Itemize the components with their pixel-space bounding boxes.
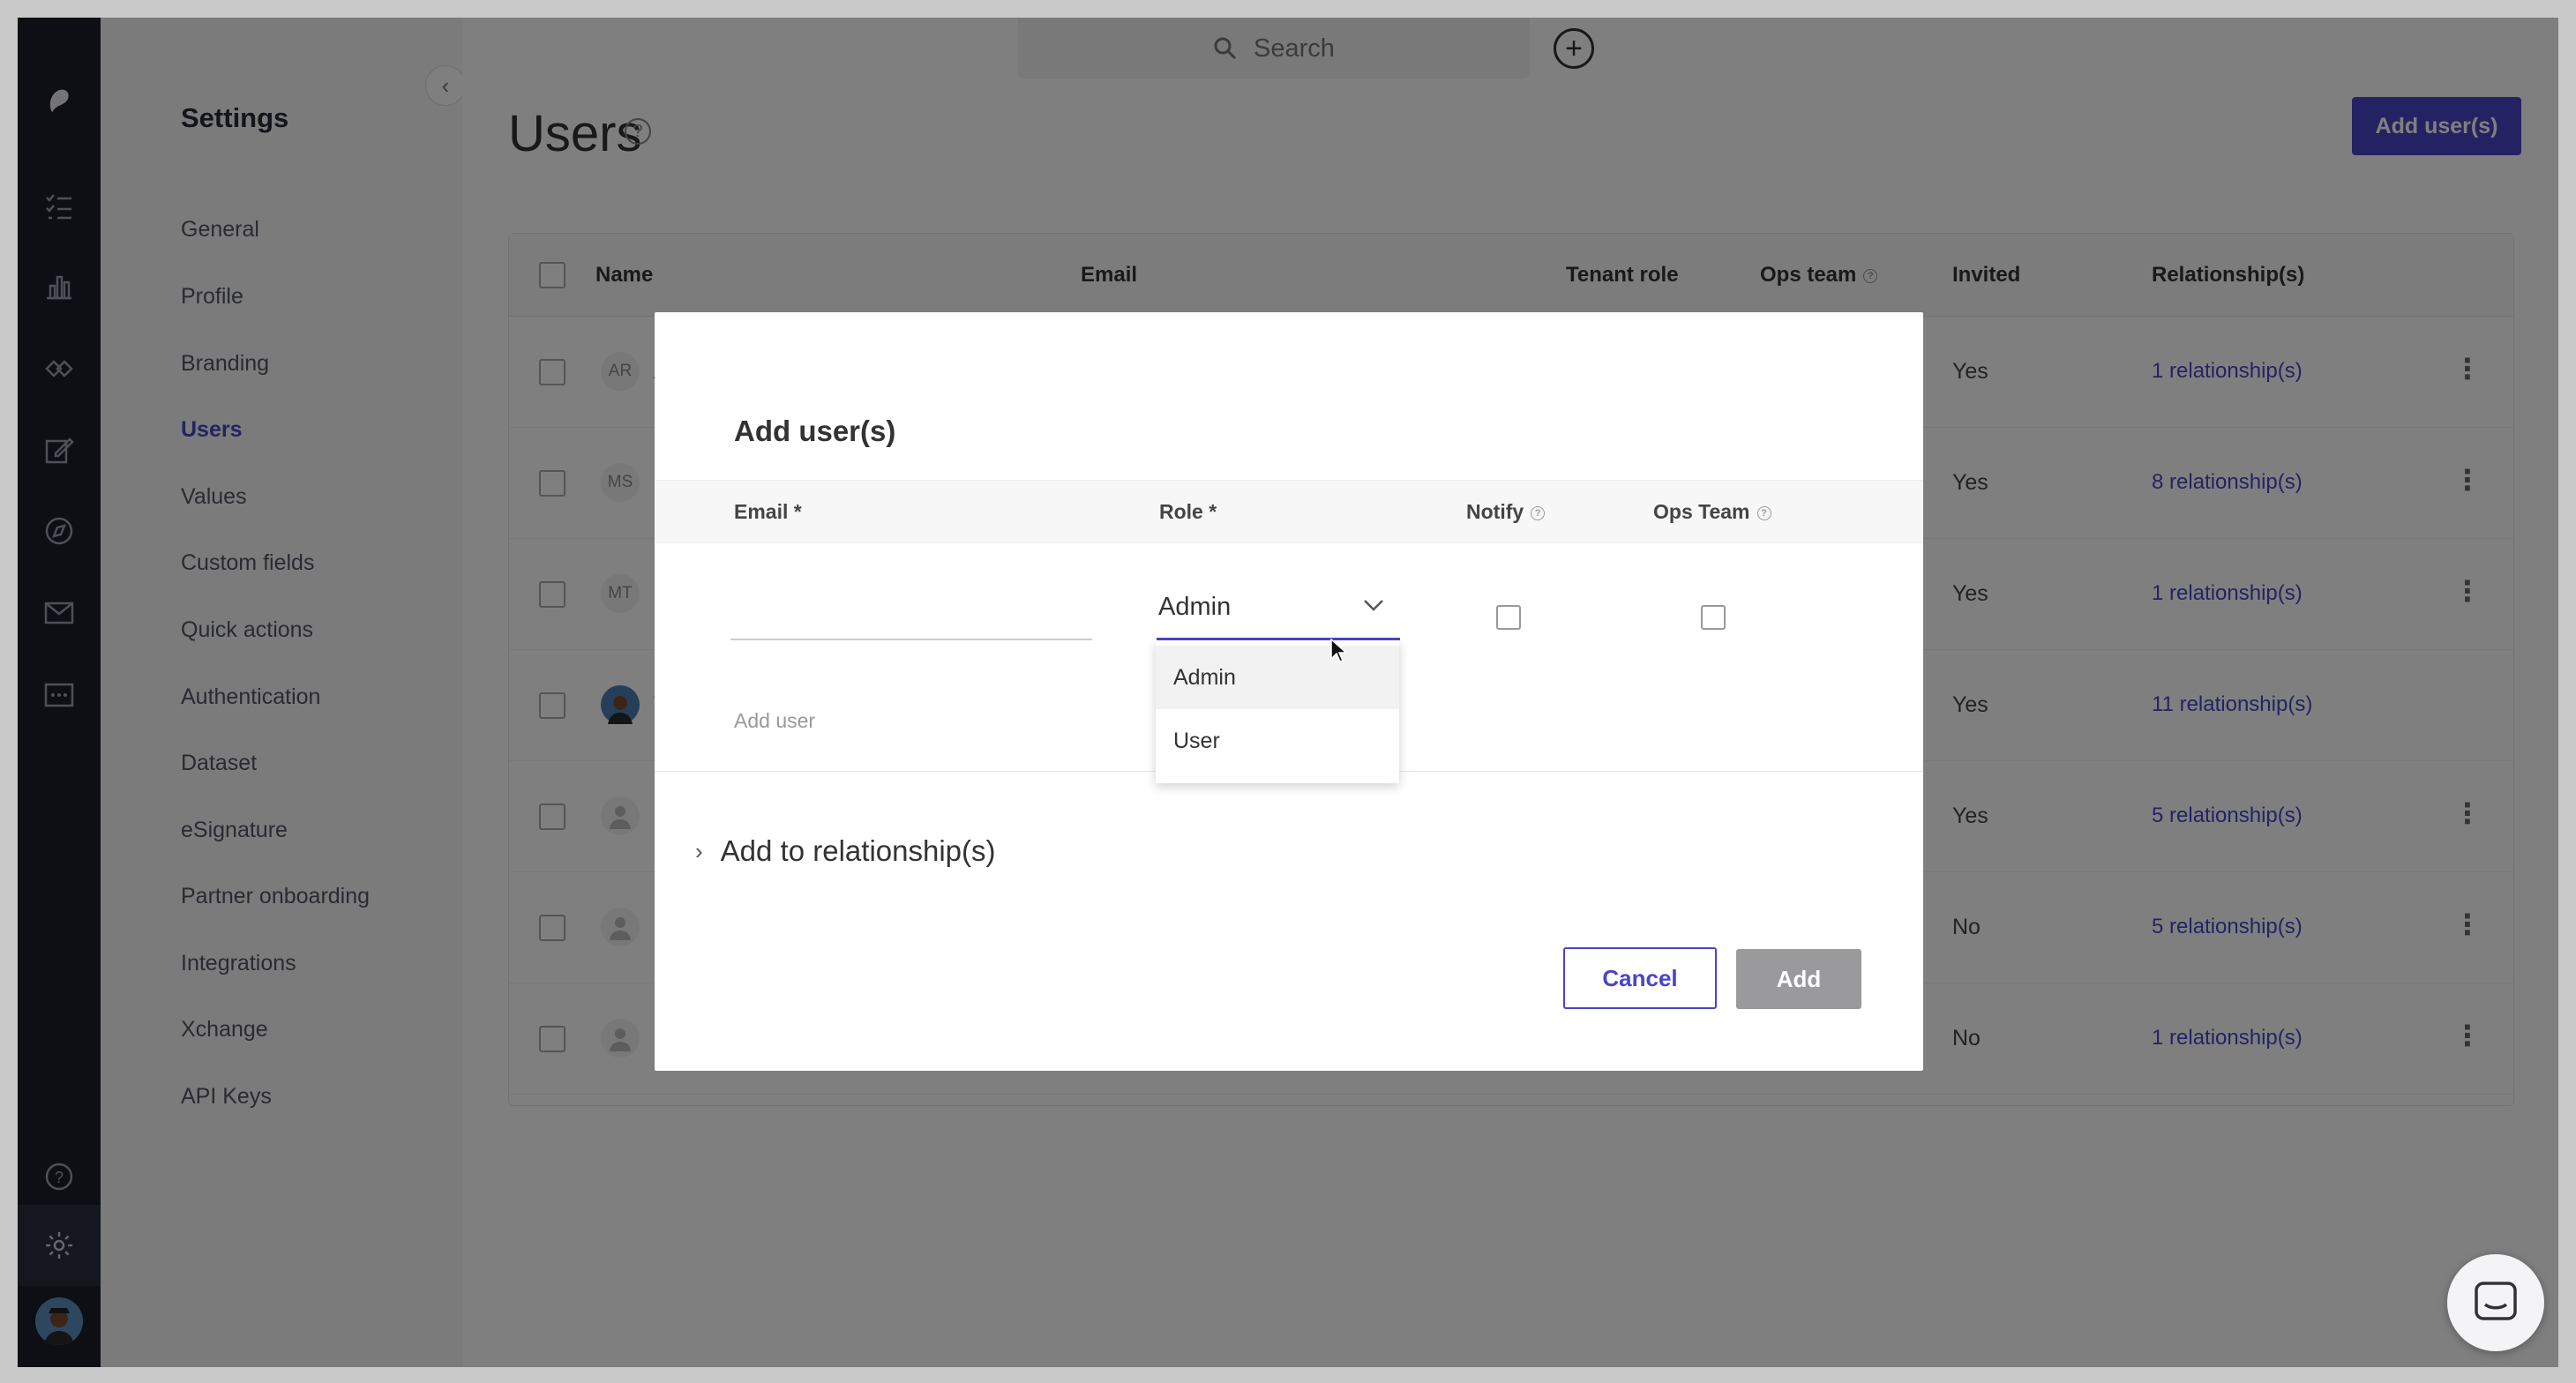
dialog-title: Add user(s) (734, 415, 896, 447)
role-column-label: Role * (1159, 500, 1217, 523)
cancel-button[interactable]: Cancel (1563, 947, 1717, 1009)
notify-column-label: Notify? (1466, 500, 1546, 524)
chevron-right-icon: › (695, 837, 703, 864)
help-icon: ? (1531, 505, 1546, 520)
chat-launcher-button[interactable] (2447, 1254, 2544, 1351)
ops-team-checkbox[interactable] (1701, 605, 1726, 630)
email-column-label: Email * (734, 500, 802, 523)
email-input[interactable] (730, 639, 1092, 640)
add-to-relationships-label: Add to relationship(s) (720, 834, 996, 867)
role-selected-value: Admin (1158, 593, 1232, 621)
ops-team-column-label: Ops Team? (1653, 500, 1771, 524)
chevron-down-icon (1363, 599, 1384, 616)
add-button[interactable]: Add (1736, 949, 1861, 1009)
app-window: ? Settings General Profile Branding User… (18, 18, 2558, 1367)
role-option-admin[interactable]: Admin (1156, 646, 1399, 709)
notify-checkbox[interactable] (1496, 605, 1521, 630)
mouse-cursor-icon (1330, 639, 1346, 662)
dialog-column-header: Email * Role * Notify? Ops Team? (655, 480, 1923, 543)
chat-icon (2475, 1282, 2517, 1320)
role-dropdown-menu: Admin User (1156, 640, 1399, 783)
add-to-relationships-toggle[interactable]: › Add to relationship(s) (695, 834, 996, 868)
help-icon: ? (1756, 505, 1771, 520)
add-user-link[interactable]: Add user (734, 709, 815, 733)
role-select[interactable]: Admin (1157, 577, 1400, 640)
role-option-user[interactable]: User (1156, 709, 1399, 773)
